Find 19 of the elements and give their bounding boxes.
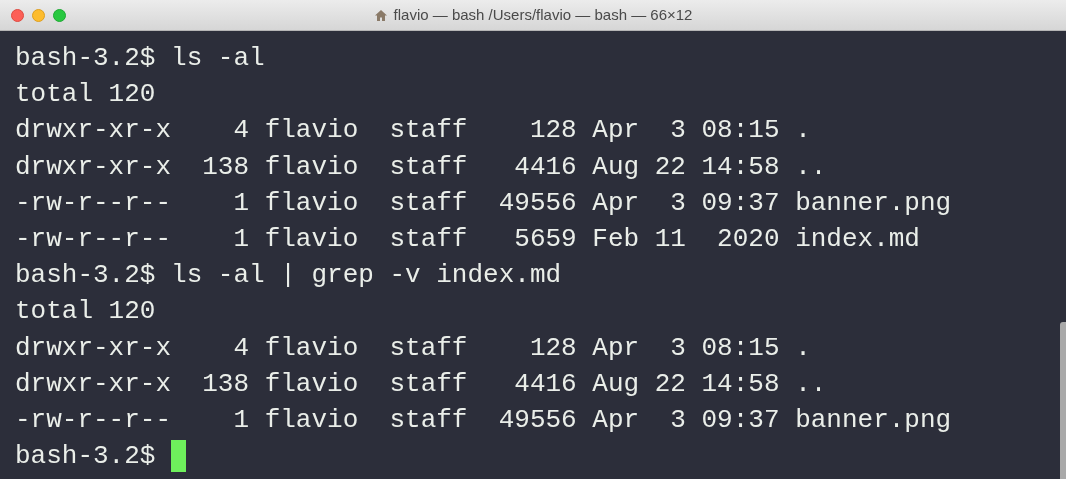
terminal-line: drwxr-xr-x 4 flavio staff 128 Apr 3 08:15 . xyxy=(15,331,812,365)
terminal-line: bash-3.2$ ls -al | grep -v index.md xyxy=(15,259,563,293)
terminal-line: total 120 xyxy=(15,78,157,112)
terminal-line: bash-3.2$ ls -al xyxy=(15,42,266,75)
terminal-line: drwxr-xr-x 138 flavio staff 4416 Aug 22 14:58 .. xyxy=(15,367,828,401)
terminal-line: drwxr-xr-x 4 flavio staff 128 Apr 3 08:15 . xyxy=(15,114,812,148)
terminal-line: total 120 xyxy=(15,295,157,329)
terminal-line: -rw-r--r-- 1 flavio staff 5659 Feb 11 2020 index.md xyxy=(15,223,921,256)
house-icon xyxy=(373,8,388,22)
cursor xyxy=(171,440,187,473)
scrollbar[interactable] xyxy=(1060,322,1066,479)
terminal-line: -rw-r--r-- 1 flavio staff 49556 Apr 3 09:37 banner.png xyxy=(15,404,953,438)
close-button[interactable] xyxy=(11,9,24,22)
terminal-line: drwxr-xr-x 138 flavio staff 4416 Aug 22 14:58 .. xyxy=(15,150,828,184)
terminal-line: -rw-r--r-- 1 flavio staff 49556 Apr 3 09:37 banner.png xyxy=(15,186,953,220)
maximize-button[interactable] xyxy=(53,9,66,22)
minimize-button[interactable] xyxy=(32,9,45,22)
window-title: flavio — bash /Users/flavio — bash — 66×12 xyxy=(393,4,693,25)
terminal-line: bash-3.2$ xyxy=(15,440,156,474)
